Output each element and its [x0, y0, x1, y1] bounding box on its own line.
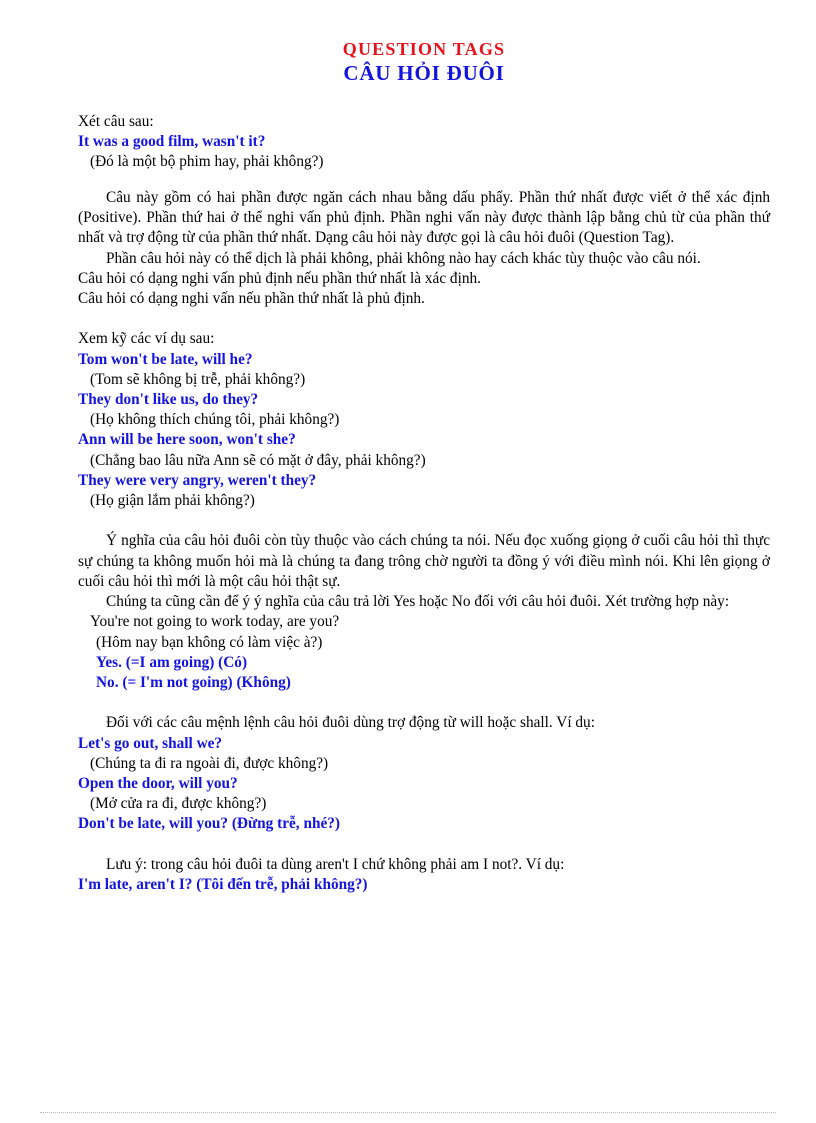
note-example: I'm late, aren't I? (Tôi đến trễ, phải k…	[78, 875, 368, 893]
explanation-paragraph-3: Câu hỏi có dạng nghi vấn phủ định nếu ph…	[78, 269, 481, 287]
example-vietnamese: (Họ giận lắm phải không?)	[90, 492, 255, 510]
example-vietnamese: (Chẳng bao lâu nữa Ann sẽ có mặt ở đây, …	[90, 451, 426, 469]
page-title-english: QUESTION TAGS	[342, 39, 506, 59]
imperatives-lead: Đối với các câu mệnh lệnh câu hỏi đuôi d…	[106, 714, 595, 732]
example-english: Ann will be here soon, won't she?	[78, 431, 296, 449]
explanation-paragraph-2: Phần câu hỏi này có thể dịch là phải khô…	[106, 249, 701, 267]
intonation-section: Ý nghĩa của câu hỏi đuôi còn tùy thuộc v…	[78, 531, 770, 693]
example-english: They don't like us, do they?	[78, 391, 259, 408]
imperative-example-english: Let's go out, shall we?	[78, 734, 223, 752]
intro-section: Xét câu sau: It was a good film, wasn't …	[78, 112, 770, 173]
example-vietnamese: (Họ không thích chúng tôi, phải không?)	[90, 411, 340, 429]
imperative-combined-example: Don't be late, will you? (Đừng trễ, nhé?…	[78, 815, 340, 833]
document-title-block: QUESTION TAGS CÂU HỎI ĐUÔI	[78, 0, 770, 86]
explanation-section: Câu này gồm có hai phần được ngăn cách n…	[78, 188, 770, 310]
imperative-example-vietnamese: (Mở cửa ra đi, được không?)	[90, 795, 267, 813]
intonation-question-english: You're not going to work today, are you?	[90, 613, 340, 631]
imperative-example-english: Open the door, will you?	[78, 774, 238, 792]
note-section: Lưu ý: trong câu hỏi đuôi ta dùng aren't…	[78, 855, 770, 896]
example-english: Tom won't be late, will he?	[78, 350, 253, 368]
intonation-question-vietnamese: (Hôm nay bạn không có làm việc à?)	[96, 633, 323, 651]
note-lead: Lưu ý: trong câu hỏi đuôi ta dùng aren't…	[106, 855, 565, 873]
example-english: They were very angry, weren't they?	[78, 471, 317, 489]
intonation-answer-no: No. (= I'm not going) (Không)	[96, 674, 291, 692]
document-page: QUESTION TAGS CÂU HỎI ĐUÔI Xét câu sau: …	[0, 0, 816, 1123]
imperative-example-vietnamese: (Chúng ta đi ra ngoài đi, được không?)	[90, 754, 329, 772]
imperatives-section: Đối với các câu mệnh lệnh câu hỏi đuôi d…	[78, 713, 770, 834]
page-title-vietnamese: CÂU HỎI ĐUÔI	[343, 61, 505, 85]
explanation-paragraph-1: Câu này gồm có hai phần được ngăn cách n…	[78, 188, 770, 247]
intonation-paragraph-2: Chúng ta cũng cần để ý ý nghĩa của câu t…	[106, 593, 730, 611]
intro-lead: Xét câu sau:	[78, 113, 154, 130]
explanation-paragraph-4: Câu hỏi có dạng nghi vấn nếu phần thứ nh…	[78, 290, 425, 308]
intro-example-vietnamese: (Đó là một bộ phim hay, phải không?)	[90, 153, 324, 171]
document-content: QUESTION TAGS CÂU HỎI ĐUÔI Xét câu sau: …	[78, 0, 770, 895]
example-vietnamese: (Tom sẽ không bị trễ, phải không?)	[90, 370, 306, 388]
examples-lead: Xem kỹ các ví dụ sau:	[78, 330, 215, 348]
intonation-paragraph-1: Ý nghĩa của câu hỏi đuôi còn tùy thuộc v…	[78, 532, 770, 590]
intonation-answer-yes: Yes. (=I am going) (Có)	[96, 653, 248, 671]
intro-example-english: It was a good film, wasn't it?	[78, 133, 266, 151]
examples-section: Xem kỹ các ví dụ sau: Tom won't be late,…	[78, 329, 770, 511]
footer-divider	[40, 1112, 776, 1113]
